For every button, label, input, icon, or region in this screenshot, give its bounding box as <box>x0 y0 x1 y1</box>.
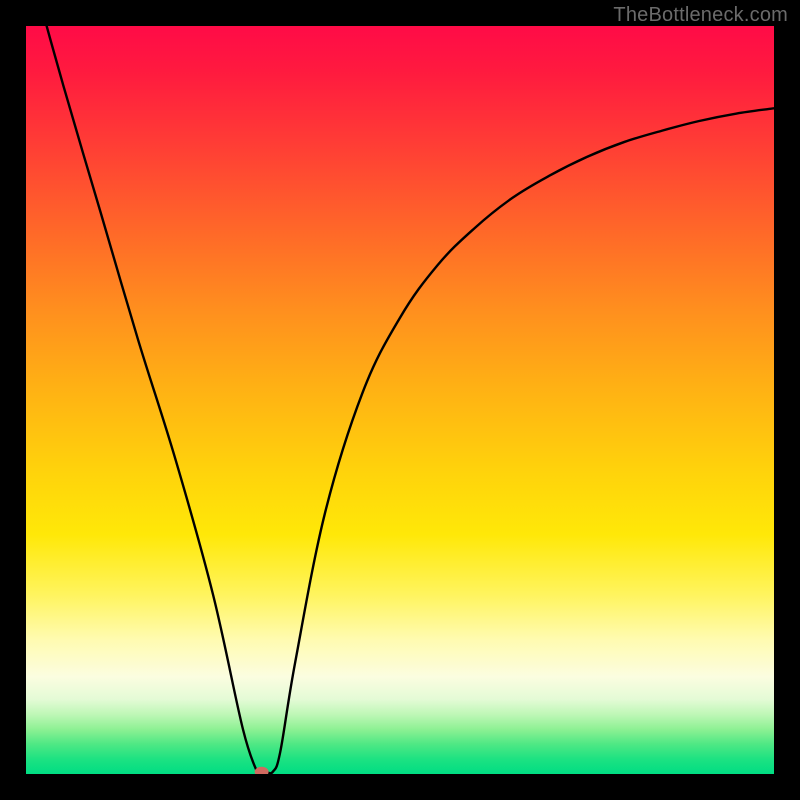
chart-svg <box>26 26 774 774</box>
watermark-text: TheBottleneck.com <box>613 4 788 27</box>
bottleneck-curve <box>26 26 774 774</box>
chart-frame: TheBottleneck.com <box>0 0 800 800</box>
plot-area <box>26 26 774 774</box>
